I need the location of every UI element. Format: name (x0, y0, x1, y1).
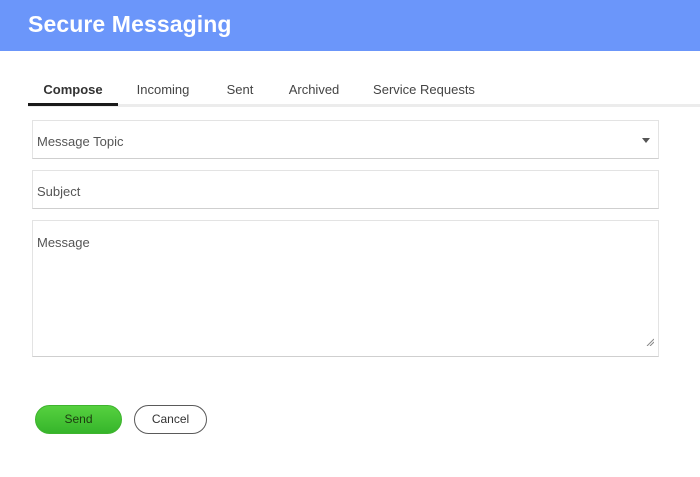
message-textarea[interactable]: Message (32, 220, 659, 357)
app-header: Secure Messaging (0, 0, 700, 51)
cancel-button[interactable]: Cancel (134, 405, 207, 434)
tab-incoming[interactable]: Incoming (128, 82, 198, 106)
subject-input[interactable]: Subject (32, 170, 659, 209)
message-topic-placeholder: Message Topic (37, 134, 124, 149)
page-title: Secure Messaging (28, 11, 232, 37)
message-topic-select[interactable]: Message Topic (32, 120, 659, 159)
tab-service-requests[interactable]: Service Requests (366, 82, 482, 106)
message-placeholder: Message (37, 235, 90, 250)
active-tab-indicator (28, 103, 118, 106)
subject-placeholder: Subject (37, 184, 81, 199)
resize-grip-icon[interactable] (646, 338, 654, 346)
tab-sent[interactable]: Sent (218, 82, 262, 106)
tab-bar-divider (28, 104, 700, 107)
send-button[interactable]: Send (35, 405, 122, 434)
tab-archived[interactable]: Archived (282, 82, 346, 106)
chevron-down-icon (642, 138, 650, 143)
